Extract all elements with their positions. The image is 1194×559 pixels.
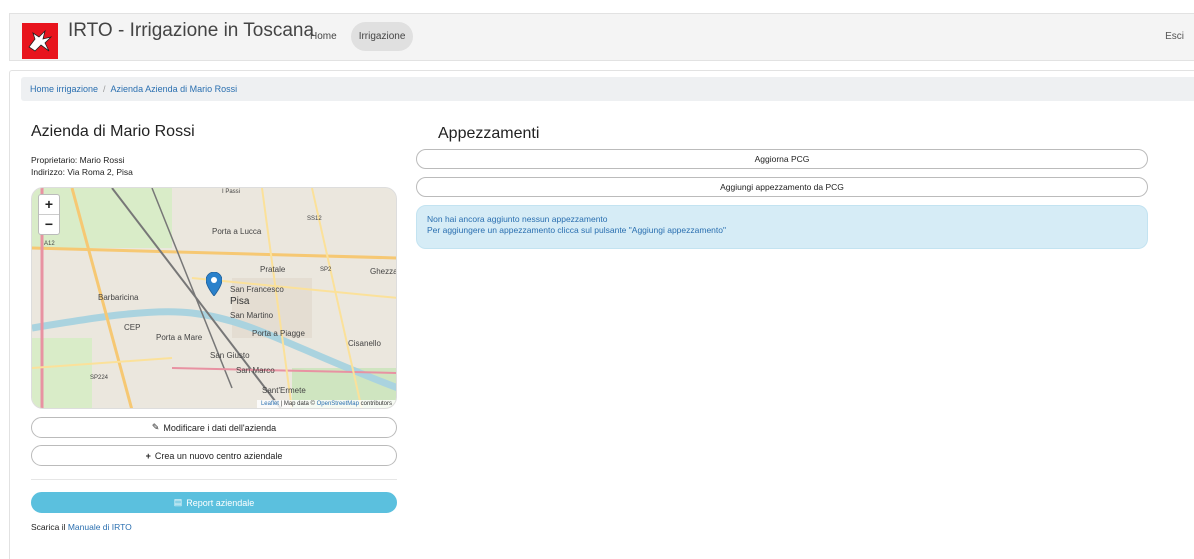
regione-toscana-logo[interactable] bbox=[22, 23, 58, 59]
attribution-text: | Map data © bbox=[278, 401, 317, 407]
nav-irrigazione[interactable]: Irrigazione bbox=[350, 22, 414, 51]
top-navbar: IRTO - Irrigazione in Toscana Home Irrig… bbox=[9, 13, 1194, 61]
map-label: SP2 bbox=[320, 267, 332, 273]
map-label: Pisa bbox=[230, 296, 250, 307]
empty-plots-alert: Non hai ancora aggiunto nessun appezzame… bbox=[416, 205, 1148, 249]
map-label: Sant'Ermete bbox=[262, 386, 306, 395]
map-label: Ghezzano bbox=[370, 267, 397, 276]
breadcrumb: Home irrigazione / Azienda Azienda di Mari… bbox=[21, 77, 1194, 101]
map-label: A12 bbox=[44, 241, 55, 247]
map-labels: Porta a Lucca Pratale Ghezzano Barbarici… bbox=[44, 189, 397, 395]
farm-address: Indirizzo: Via Roma 2, Pisa bbox=[31, 167, 133, 177]
new-center-label: Crea un nuovo centro aziendale bbox=[154, 450, 283, 461]
farm-title: Azienda di Mario Rossi bbox=[31, 123, 195, 140]
plots-title: Appezzamenti bbox=[438, 125, 540, 142]
map-label: Porta a Piagge bbox=[252, 329, 305, 338]
pegasus-icon bbox=[28, 29, 53, 52]
map-label: Cisanello bbox=[348, 339, 381, 348]
pencil-icon: ✎ bbox=[151, 422, 160, 432]
divider bbox=[31, 479, 397, 480]
manual-link[interactable]: Manuale di IRTO bbox=[68, 522, 132, 532]
farm-owner: Proprietario: Mario Rossi bbox=[31, 155, 125, 165]
zoom-in-button[interactable]: + bbox=[39, 195, 59, 215]
map-zoom-control: + − bbox=[38, 194, 60, 235]
report-label: Report aziendale bbox=[186, 497, 255, 508]
farm-map[interactable]: Porta a Lucca Pratale Ghezzano Barbarici… bbox=[31, 187, 397, 409]
report-button[interactable]: ▤ Report aziendale bbox=[31, 492, 397, 513]
map-label: SS12 bbox=[307, 216, 322, 222]
plus-icon: + bbox=[145, 450, 151, 461]
alert-line-2: Per aggiungere un appezzamento clicca su… bbox=[427, 225, 727, 235]
map-marker-icon[interactable] bbox=[206, 272, 222, 296]
map-label: Pratale bbox=[260, 265, 286, 274]
edit-farm-label: Modificare i dati dell'azienda bbox=[163, 422, 277, 433]
nav-home[interactable]: Home bbox=[302, 22, 345, 51]
main-nav: Home Irrigazione bbox=[302, 22, 414, 51]
new-center-button[interactable]: + Crea un nuovo centro aziendale bbox=[31, 445, 397, 466]
breadcrumb-home[interactable]: Home irrigazione bbox=[30, 84, 98, 94]
add-plot-pcg-button[interactable]: Aggiungi appezzamento da PCG bbox=[416, 177, 1148, 197]
map-label: San Martino bbox=[230, 311, 274, 320]
leaflet-link[interactable]: Leaflet bbox=[261, 401, 279, 407]
main-content: Home irrigazione / Azienda Azienda di Mari… bbox=[9, 70, 1194, 559]
app-title[interactable]: IRTO - Irrigazione in Toscana bbox=[68, 20, 314, 42]
zoom-out-button[interactable]: − bbox=[39, 215, 59, 234]
map-label: Barbaricina bbox=[98, 293, 139, 302]
map-label: San Giusto bbox=[210, 351, 250, 360]
alert-line-1: Non hai ancora aggiunto nessun appezzame… bbox=[427, 214, 608, 224]
map-label: SP224 bbox=[90, 375, 109, 381]
logout-link[interactable]: Esci bbox=[1165, 31, 1184, 42]
map-label: Porta a Lucca bbox=[212, 227, 262, 236]
attribution-tail: contributors bbox=[358, 401, 392, 407]
edit-farm-button[interactable]: ✎ Modificare i dati dell'azienda bbox=[31, 417, 397, 438]
map-label: Porta a Mare bbox=[156, 333, 203, 342]
map-label: San Marco bbox=[236, 366, 275, 375]
file-icon: ▤ bbox=[173, 497, 183, 507]
osm-link[interactable]: OpenStreetMap bbox=[317, 401, 359, 407]
map-label: I Passi bbox=[222, 189, 240, 195]
map-attribution: Leaflet | Map data © OpenStreetMap contr… bbox=[256, 400, 396, 408]
map-label: CEP bbox=[124, 323, 140, 332]
breadcrumb-separator: / bbox=[103, 84, 106, 94]
update-pcg-button[interactable]: Aggiorna PCG bbox=[416, 149, 1148, 169]
breadcrumb-farm[interactable]: Azienda Azienda di Mario Rossi bbox=[111, 84, 238, 94]
farm-info: Proprietario: Mario Rossi Indirizzo: Via… bbox=[31, 154, 133, 178]
manual-download: Scarica il Manuale di IRTO bbox=[31, 522, 132, 532]
manual-prefix: Scarica il bbox=[31, 522, 68, 532]
map-label: San Francesco bbox=[230, 285, 284, 294]
